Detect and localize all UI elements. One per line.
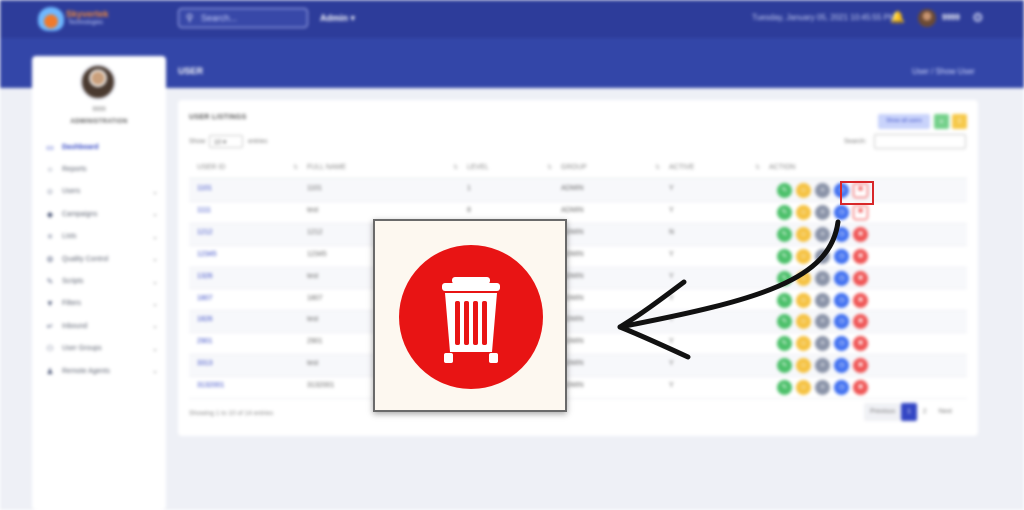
callout-arrow-icon: [617, 219, 841, 360]
